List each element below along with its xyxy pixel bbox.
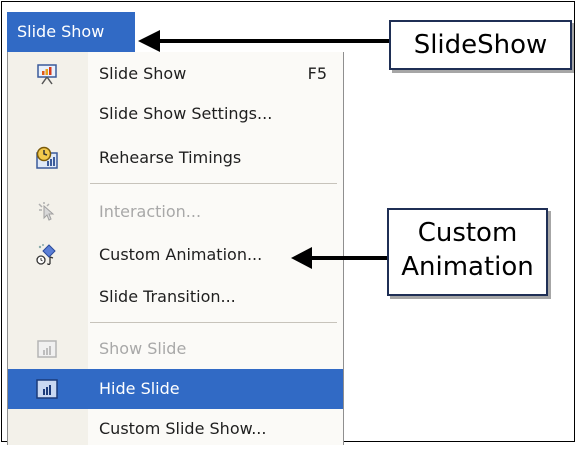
menu-item-interaction[interactable]: Interaction... — [8, 192, 343, 232]
menu-item-label: Custom Animation... — [99, 245, 263, 264]
custom-animation-icon — [35, 243, 59, 267]
show-slide-icon — [35, 337, 59, 361]
menu-item-label: Custom Slide Show... — [99, 419, 267, 438]
callout-animation-line1: Custom — [417, 218, 518, 248]
menu-item-custom-animation[interactable]: Custom Animation... — [8, 235, 343, 275]
slide-show-menu: Slide Show F5 Slide Show Settings... Reh… — [7, 52, 344, 445]
menu-item-label: Interaction... — [99, 202, 202, 221]
menu-title-label: Slide Show — [17, 22, 105, 41]
menu-item-hide-slide[interactable]: Hide Slide — [8, 369, 343, 409]
callout-slideshow: SlideShow — [389, 20, 572, 70]
hide-slide-icon — [35, 377, 59, 401]
menu-item-label: Slide Show Settings... — [99, 104, 273, 123]
menu-item-label: Show Slide — [99, 339, 187, 358]
callout-slideshow-text: SlideShow — [413, 30, 548, 60]
menu-separator — [90, 183, 337, 184]
menu-item-slide-show[interactable]: Slide Show F5 — [8, 54, 343, 94]
menu-item-show-slide[interactable]: Show Slide — [8, 329, 343, 369]
menu-item-slide-transition[interactable]: Slide Transition... — [8, 277, 343, 317]
callout-animation-line2: Animation — [401, 252, 534, 282]
menu-item-slide-show-settings[interactable]: Slide Show Settings... — [8, 94, 343, 134]
menu-item-label: Slide Show — [99, 64, 187, 83]
menu-item-label: Slide Transition... — [99, 287, 236, 306]
interaction-icon — [35, 200, 59, 224]
menu-separator — [90, 322, 337, 323]
menu-item-label: Rehearse Timings — [99, 148, 242, 167]
menu-item-shortcut: F5 — [307, 64, 327, 83]
menu-item-rehearse-timings[interactable]: Rehearse Timings — [8, 138, 343, 178]
menu-item-custom-slide-show[interactable]: Custom Slide Show... — [8, 409, 343, 449]
menu-item-label: Hide Slide — [99, 379, 180, 398]
menu-title-slide-show[interactable]: Slide Show — [7, 12, 135, 52]
callout-custom-animation: Custom Animation — [387, 208, 548, 296]
slide-show-icon — [35, 62, 59, 86]
rehearse-timings-icon — [35, 146, 59, 170]
